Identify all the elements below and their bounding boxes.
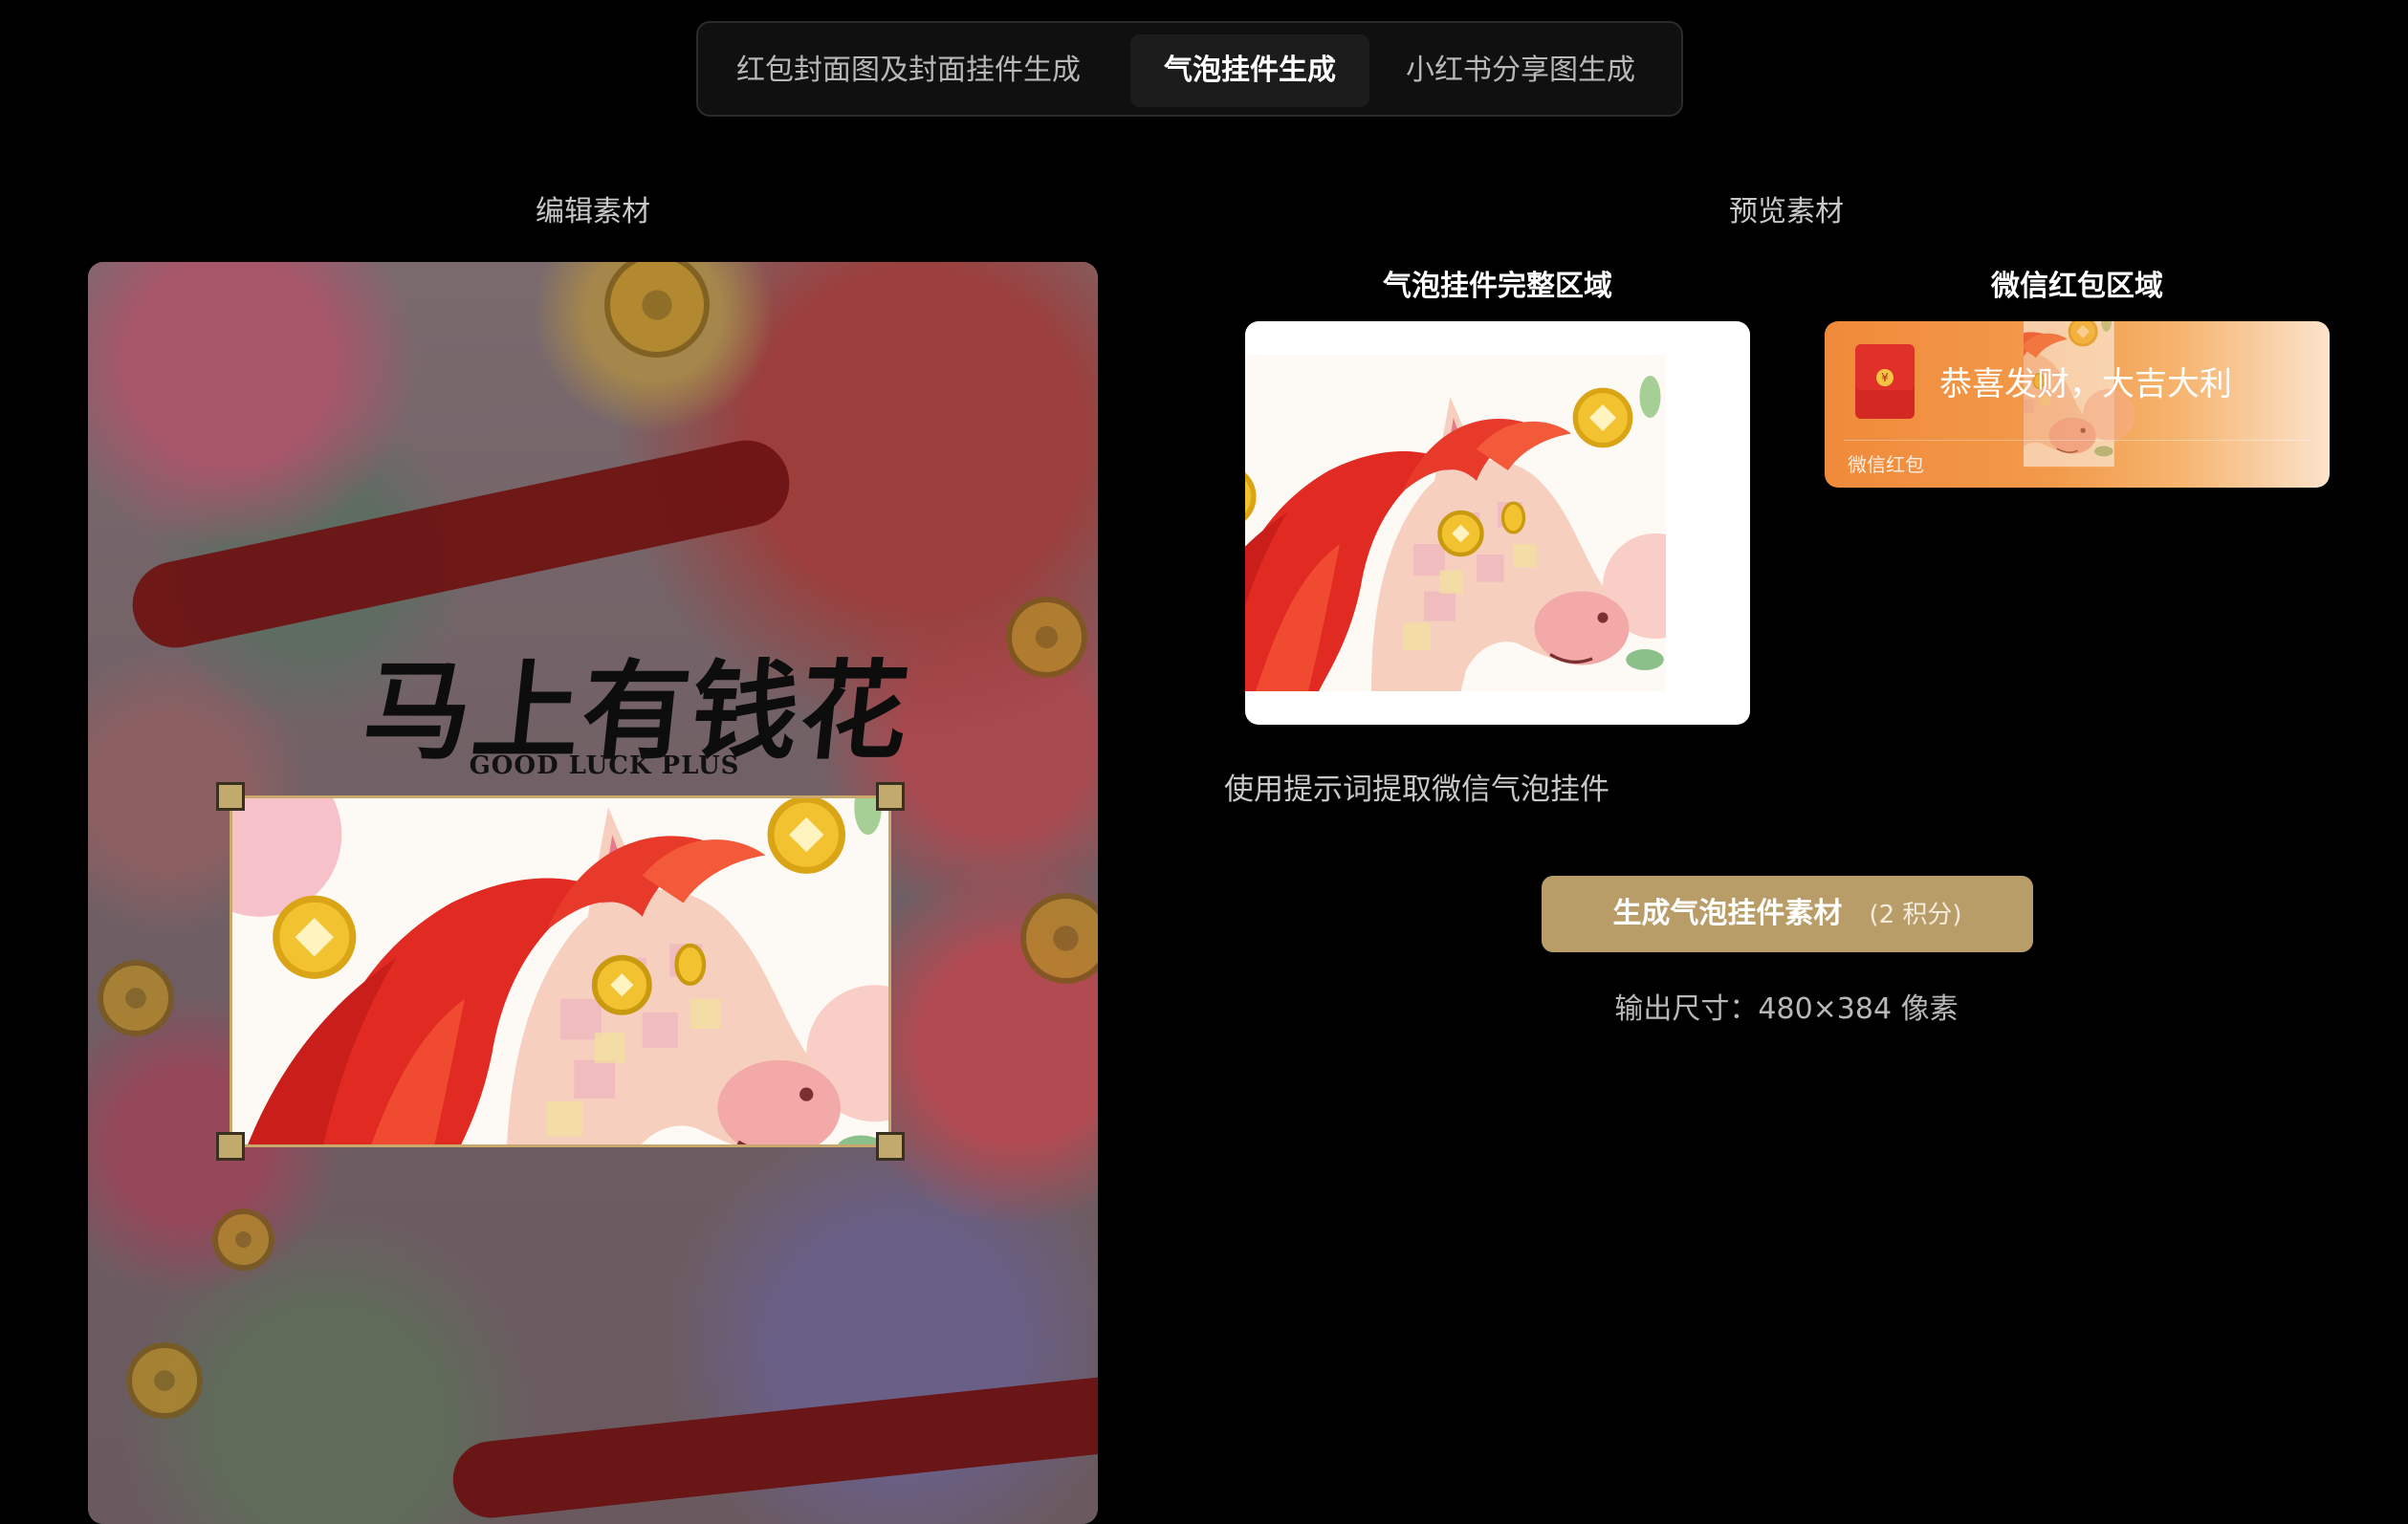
output-size-text: 输出尺寸：480×384 像素	[1614, 992, 1959, 1026]
crop-selection[interactable]	[216, 782, 905, 1161]
crop-handle-top-left[interactable]	[216, 782, 245, 811]
tab-bubble-pendant[interactable]: 气泡挂件生成	[1130, 34, 1369, 107]
redpacket-icon: ¥	[1855, 344, 1915, 419]
tab-redpacket-cover[interactable]: 红包封面图及封面挂件生成	[717, 34, 1100, 107]
editor-canvas[interactable]: 马上有钱花 GOOD LUCK PLUS	[88, 262, 1098, 1524]
coin-decoration	[126, 1342, 203, 1419]
redpacket-footer: 微信红包	[1848, 453, 1924, 476]
generate-button-label: 生成气泡挂件素材	[1612, 897, 1843, 930]
artwork-subtitle: GOOD LUCK PLUS	[469, 751, 740, 780]
redpacket-greeting: 恭喜发财，大吉大利	[1939, 365, 2232, 403]
mode-tabs: 红包封面图及封面挂件生成 气泡挂件生成 小红书分享图生成	[696, 21, 1683, 117]
divider	[1844, 440, 2310, 441]
edit-section-title: 编辑素材	[536, 195, 650, 229]
coin-decoration	[1006, 597, 1087, 678]
horse-illustration	[232, 798, 888, 1144]
coin-decoration	[212, 1208, 274, 1271]
crop-handle-bottom-right[interactable]	[876, 1132, 905, 1161]
horse-illustration	[1245, 321, 1750, 725]
crop-handle-top-right[interactable]	[876, 782, 905, 811]
seal-icon: ¥	[1876, 369, 1894, 386]
coin-decoration	[98, 960, 174, 1036]
bubble-area-label: 气泡挂件完整区域	[1383, 270, 1612, 303]
prompt-hint: 使用提示词提取微信气泡挂件	[1224, 773, 1609, 807]
generate-bubble-button[interactable]: 生成气泡挂件素材 (2 积分)	[1542, 876, 2033, 952]
crop-handle-bottom-left[interactable]	[216, 1132, 245, 1161]
bubble-pendant-preview	[1245, 321, 1750, 725]
horse-illustration	[2024, 321, 2330, 488]
tab-xiaohongshu-share[interactable]: 小红书分享图生成	[1382, 34, 1659, 107]
redpacket-area-label: 微信红包区域	[1991, 270, 2163, 303]
generate-button-cost: (2 积分)	[1869, 901, 1962, 929]
redpacket-preview: ¥ 恭喜发财，大吉大利 微信红包	[1825, 321, 2330, 488]
preview-section-title: 预览素材	[1729, 195, 1844, 229]
